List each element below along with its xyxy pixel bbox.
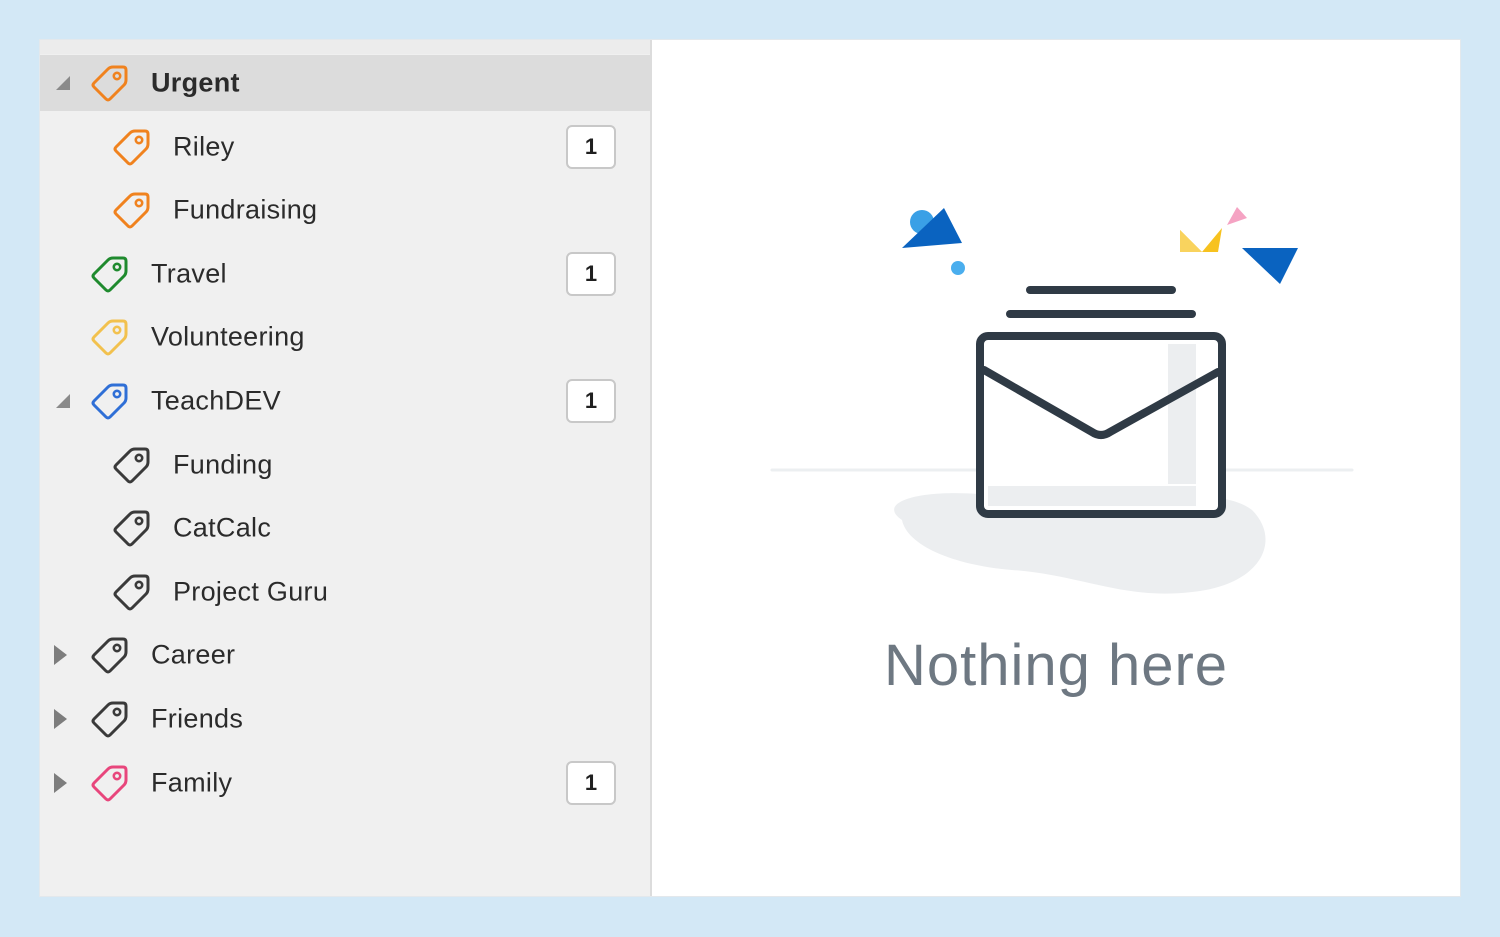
sidebar-header-strip (40, 40, 650, 54)
tag-icon (91, 637, 128, 674)
tag-item-career[interactable]: Career (40, 627, 650, 683)
tag-label: TeachDEV (151, 385, 281, 416)
tag-item-catcalc[interactable]: CatCalc (40, 500, 650, 556)
tag-icon (91, 256, 128, 293)
tag-item-friends[interactable]: Friends (40, 691, 650, 747)
tag-item-funding[interactable]: Funding (40, 437, 650, 493)
tag-item-family[interactable]: Family 1 (40, 755, 650, 811)
tag-icon (91, 701, 128, 738)
main-content-pane: Nothing here (652, 40, 1460, 896)
tag-icon (113, 192, 150, 229)
tag-label: Career (151, 639, 236, 670)
confetti-blue-right (1242, 248, 1298, 284)
envelope-shade (1168, 344, 1196, 484)
app-window: Urgent Riley 1 Fundraising Travel 1 Volunteeri… (40, 40, 1460, 896)
tag-icon (91, 319, 128, 356)
confetti-blue-left (902, 208, 962, 248)
envelope-shade-bottom (988, 486, 1196, 506)
collapse-arrow-icon[interactable] (56, 76, 70, 90)
confetti-pink (1227, 207, 1247, 225)
tag-icon (91, 65, 128, 102)
tag-item-travel[interactable]: Travel 1 (40, 246, 650, 302)
tag-label: Riley (173, 131, 235, 162)
tag-icon (113, 510, 150, 547)
confetti-dot-small (951, 261, 965, 275)
tag-label: Travel (151, 258, 227, 289)
tag-label: CatCalc (173, 512, 272, 543)
tag-label: Urgent (151, 67, 240, 98)
tag-icon (113, 447, 150, 484)
expand-arrow-icon[interactable] (54, 709, 67, 729)
tag-item-teachdev[interactable]: TeachDEV 1 (40, 373, 650, 429)
tag-label: Volunteering (151, 321, 305, 352)
tag-item-volunteering[interactable]: Volunteering (40, 309, 650, 365)
expand-arrow-icon[interactable] (54, 645, 67, 666)
unread-count-badge: 1 (566, 379, 616, 423)
tag-icon (113, 574, 150, 611)
collapse-arrow-icon[interactable] (56, 394, 70, 408)
unread-count-badge: 1 (566, 124, 616, 169)
tag-label: Funding (173, 449, 273, 480)
unread-count-badge: 1 (566, 251, 616, 296)
tag-icon (91, 383, 128, 420)
envelope-empty-icon (770, 207, 1354, 594)
tag-icon (113, 129, 150, 166)
expand-arrow-icon[interactable] (54, 772, 67, 793)
tag-label: Fundraising (173, 194, 318, 225)
unread-count-badge: 1 (566, 760, 616, 805)
tag-sidebar: Urgent Riley 1 Fundraising Travel 1 Volunteeri… (40, 40, 652, 896)
tag-item-project-guru[interactable]: Project Guru (40, 564, 650, 620)
tag-item-fundraising[interactable]: Fundraising (40, 182, 650, 238)
tag-icon (91, 765, 128, 802)
tag-item-riley[interactable]: Riley 1 (40, 119, 650, 175)
empty-state-text: Nothing here (883, 633, 1229, 698)
tag-label: Friends (151, 703, 244, 734)
tag-item-urgent[interactable]: Urgent (40, 55, 650, 111)
tag-label: Family (151, 767, 233, 798)
tag-label: Project Guru (173, 576, 329, 607)
confetti-yellow-light (1180, 230, 1202, 252)
